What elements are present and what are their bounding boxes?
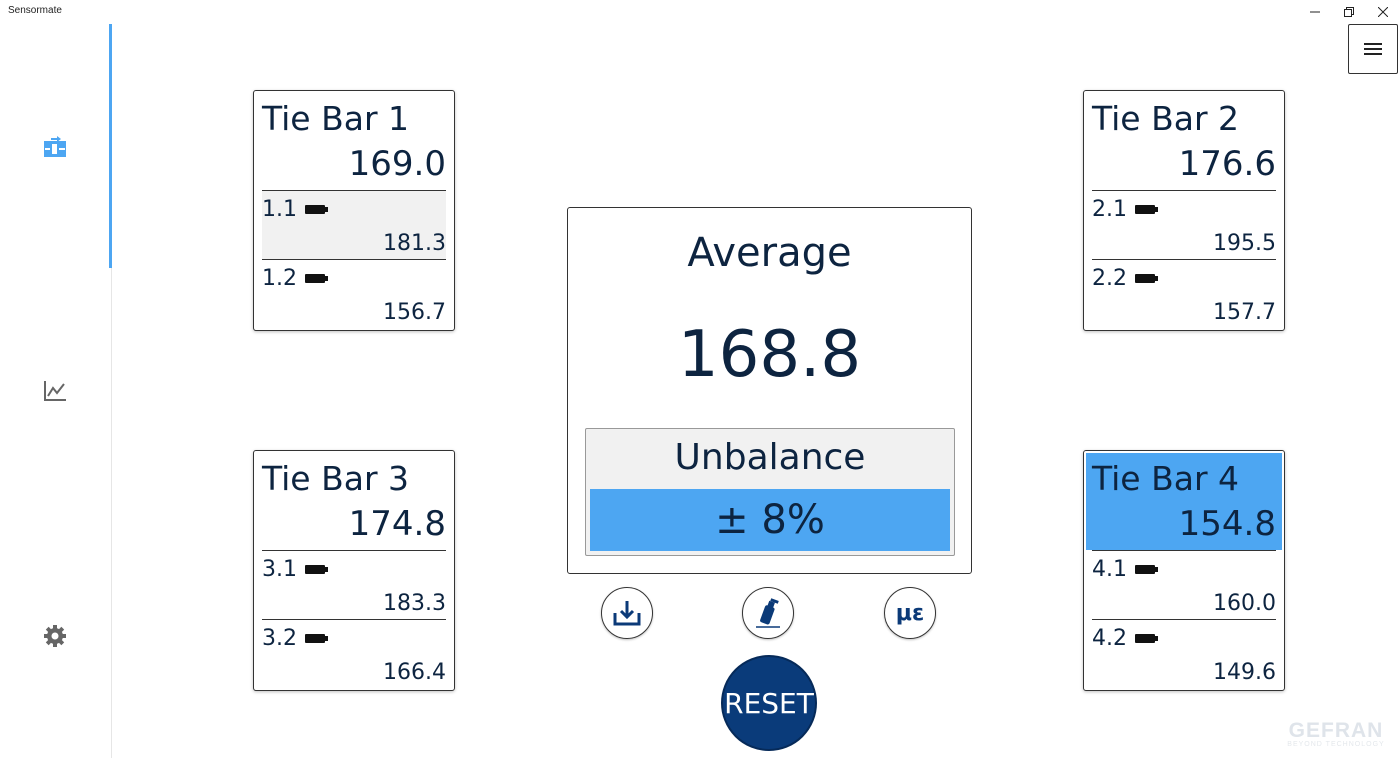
sidebar-item-transfer[interactable] (40, 132, 70, 162)
unbalance-box: Unbalance ± 8% (585, 428, 955, 556)
sensor-id: 1.2 (262, 266, 297, 291)
unit-label: με (895, 600, 925, 626)
tie-bar-header: Tie Bar 4 154.8 (1086, 453, 1282, 550)
tie-bar-header: Tie Bar 1 169.0 (254, 91, 454, 190)
sensor-row: 3.2 166.4 (262, 619, 446, 688)
sensor-value: 195.5 (1213, 231, 1276, 256)
battery-icon (305, 274, 328, 283)
unit-toggle-button[interactable]: με (884, 587, 936, 639)
sensor-value: 166.4 (383, 660, 446, 685)
sensor-row: 1.1 181.3 (262, 190, 446, 259)
menu-button[interactable] (1348, 24, 1398, 74)
sidebar (0, 24, 112, 758)
spray-bottle-icon (756, 598, 780, 628)
sensor-id: 4.1 (1092, 557, 1127, 582)
app-title: Sensormate (8, 5, 62, 16)
tie-bar-card-2[interactable]: Tie Bar 2 176.6 2.1 195.5 2.2 157.7 (1083, 90, 1285, 331)
sensor-row: 3.1 183.3 (262, 550, 446, 619)
tie-bar-value: 174.8 (348, 504, 446, 544)
unbalance-label: Unbalance (674, 437, 866, 478)
close-button[interactable] (1366, 0, 1399, 24)
restore-button[interactable] (1332, 0, 1366, 24)
tie-bar-title: Tie Bar 1 (262, 99, 410, 138)
sensor-row: 4.1 160.0 (1092, 550, 1276, 619)
battery-icon (1135, 205, 1158, 214)
sensor-id: 4.2 (1092, 626, 1127, 651)
restore-icon (1344, 7, 1354, 17)
sensor-value: 181.3 (383, 231, 446, 256)
tie-bar-card-1[interactable]: Tie Bar 1 169.0 1.1 181.3 1.2 156.7 (253, 90, 455, 331)
tie-bar-value: 169.0 (348, 144, 446, 184)
sensor-row: 2.1 195.5 (1092, 190, 1276, 259)
download-icon (613, 601, 641, 626)
gear-icon (44, 625, 66, 647)
average-value: 168.8 (677, 318, 862, 392)
battery-icon (305, 205, 328, 214)
minimize-button[interactable] (1298, 0, 1332, 24)
calibrate-button[interactable] (742, 587, 794, 639)
transfer-icon (44, 136, 66, 157)
brand-tagline: BEYOND TECHNOLOGY (1287, 741, 1385, 748)
tie-bar-value: 176.6 (1178, 144, 1276, 184)
tie-bar-header: Tie Bar 3 174.8 (254, 451, 454, 550)
sensor-value: 156.7 (383, 300, 446, 325)
sensor-row: 4.2 149.6 (1092, 619, 1276, 688)
minimize-icon (1310, 11, 1320, 13)
sensor-value: 157.7 (1213, 300, 1276, 325)
tie-bar-title: Tie Bar 4 (1092, 459, 1240, 498)
line-chart-icon (44, 381, 66, 401)
sidebar-item-chart[interactable] (40, 376, 70, 406)
sensor-id: 3.1 (262, 557, 297, 582)
battery-icon (1135, 274, 1158, 283)
sidebar-item-settings[interactable] (40, 621, 70, 651)
unbalance-value: ± 8% (590, 489, 950, 551)
average-panel: Average 168.8 Unbalance ± 8% (567, 207, 972, 574)
nav-active-indicator (109, 24, 112, 268)
sensor-value: 183.3 (383, 591, 446, 616)
average-label: Average (687, 230, 852, 276)
sensor-row: 1.2 156.7 (262, 259, 446, 328)
sensor-row: 2.2 157.7 (1092, 259, 1276, 328)
sensor-id: 2.1 (1092, 197, 1127, 222)
reset-button[interactable]: RESET (721, 655, 817, 751)
tie-bar-value: 154.8 (1178, 504, 1276, 544)
tie-bar-header: Tie Bar 2 176.6 (1084, 91, 1284, 190)
tie-bar-card-3[interactable]: Tie Bar 3 174.8 3.1 183.3 3.2 166.4 (253, 450, 455, 691)
tie-bar-title: Tie Bar 2 (1092, 99, 1240, 138)
tie-bar-card-4[interactable]: Tie Bar 4 154.8 4.1 160.0 4.2 149.6 (1083, 450, 1285, 691)
battery-icon (1135, 565, 1158, 574)
sensor-id: 2.2 (1092, 266, 1127, 291)
battery-icon (1135, 634, 1158, 643)
battery-icon (305, 565, 328, 574)
battery-icon (305, 634, 328, 643)
download-button[interactable] (601, 587, 653, 639)
sensor-id: 3.2 (262, 626, 297, 651)
brand-name: GEFRAN (1288, 719, 1384, 742)
brand-logo: GEFRAN BEYOND TECHNOLOGY (1276, 719, 1396, 748)
close-icon (1378, 7, 1388, 17)
sensor-id: 1.1 (262, 197, 297, 222)
tie-bar-title: Tie Bar 3 (262, 459, 410, 498)
title-bar: Sensormate (0, 0, 1399, 24)
hamburger-icon (1364, 43, 1382, 55)
sensor-value: 160.0 (1213, 591, 1276, 616)
sensor-value: 149.6 (1213, 660, 1276, 685)
